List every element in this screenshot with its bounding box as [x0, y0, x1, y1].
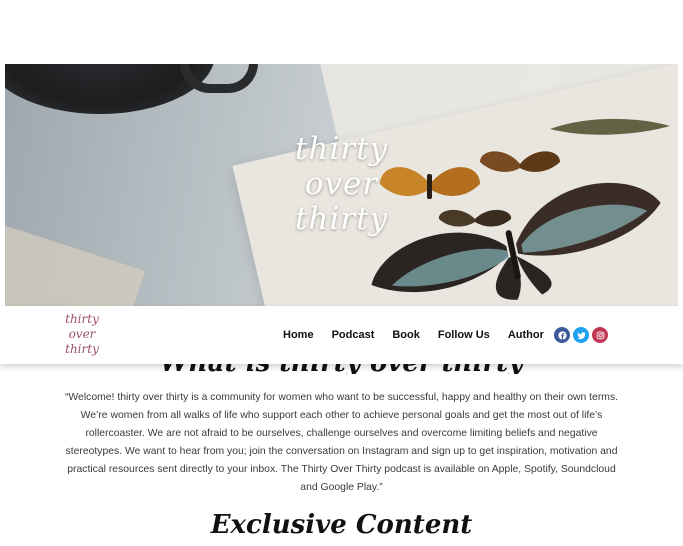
hero-title: thirty over thirty — [5, 132, 678, 237]
facebook-button[interactable] — [554, 327, 570, 343]
twitter-button[interactable] — [573, 327, 589, 343]
hero-title-line-2: over — [304, 166, 379, 202]
hero-banner: thirty over thirty — [5, 64, 678, 306]
hero-title-line-3: thirty — [294, 201, 389, 237]
site-logo[interactable]: thirty over thirty — [62, 312, 102, 357]
nav-link-follow-us[interactable]: Follow Us — [429, 329, 499, 341]
logo-line-3: thirty — [65, 342, 99, 356]
nav-link-podcast[interactable]: Podcast — [323, 329, 384, 341]
intro-paragraph: “Welcome! thirty over thirty is a commun… — [64, 392, 619, 493]
instagram-icon — [596, 331, 604, 339]
nav-link-author[interactable]: Author — [499, 329, 553, 341]
facebook-icon — [557, 330, 567, 340]
main-nav: Home Podcast Book Follow Us Author — [274, 306, 553, 364]
logo-line-1: thirty — [65, 312, 99, 326]
social-links — [554, 327, 608, 343]
logo-line-2: over — [68, 327, 96, 341]
instagram-button[interactable] — [592, 327, 608, 343]
twitter-icon — [576, 331, 586, 339]
nav-link-home[interactable]: Home — [274, 329, 323, 341]
exclusive-content-heading: Exclusive Content — [210, 510, 473, 540]
hero-title-line-1: thirty — [294, 131, 389, 167]
nav-link-book[interactable]: Book — [383, 329, 429, 341]
site-header: thirty over thirty Home Podcast Book Fol… — [0, 306, 683, 364]
